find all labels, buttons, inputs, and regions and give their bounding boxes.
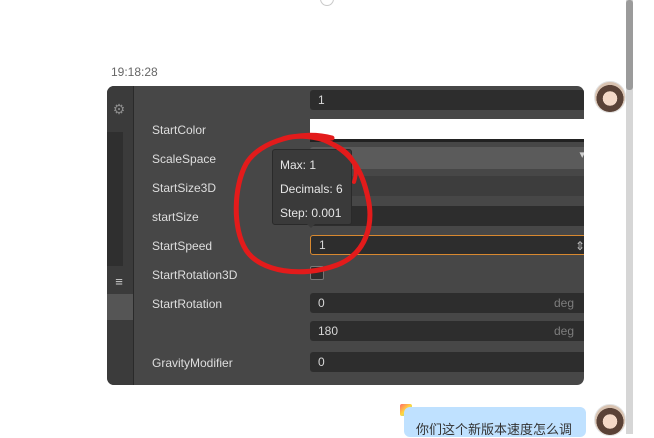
label-start-color: StartColor [152,123,207,137]
gravity-modifier-field[interactable]: 0 [310,352,584,372]
start-speed-input[interactable]: 1 ⇕ [310,235,584,255]
label-scale-space: ScaleSpace [152,152,217,166]
top-value-field[interactable]: 1 [310,90,584,110]
start-rotation-y-field[interactable]: 180 deg [310,321,584,341]
deg-unit: deg [553,296,574,310]
start-color-swatch[interactable] [310,119,584,142]
top-avatar-edge [320,0,334,6]
tooltip-arrow [306,223,316,228]
avatar[interactable] [594,81,626,113]
label-start-rotation3d: StartRotation3D [152,268,238,282]
start-rotation-x-value: 0 [318,296,325,310]
panel-divider [107,294,133,320]
value-tooltip: Max: 1 Decimals: 6 Step: 0.001 [272,149,352,225]
scrollbar-thumb[interactable] [626,0,633,90]
avatar[interactable] [594,404,626,436]
start-speed-value: 1 [319,238,326,252]
label-start-rotation: StartRotation [152,297,223,311]
top-value: 1 [318,93,325,107]
tooltip-step: Step: 0.001 [280,206,342,220]
deg-unit: deg [553,324,574,338]
editor-left-strip: ⚙ ≡ [107,86,134,385]
gravity-modifier-value: 0 [318,355,325,369]
label-start-size3d: StartSize3D [152,181,217,195]
page-scrollbar[interactable] [626,0,633,434]
gear-icon[interactable]: ⚙ [110,101,128,119]
inspector-screenshot: ⚙ ≡ 1 StartColor ScaleSpace StartSize3D … [107,86,584,385]
label-start-size: startSize [152,210,199,224]
scene-preview [107,132,123,266]
chat-timestamp: 19:18:28 [111,65,158,79]
label-start-speed: StartSpeed [152,239,213,253]
chat-message-bubble[interactable]: 你们这个新版本速度怎么调 [404,407,586,437]
tooltip-max: Max: 1 [280,158,317,172]
start-rotation3d-checkbox[interactable] [310,266,324,280]
stepper-icon[interactable]: ⇕ [575,237,584,255]
menu-icon[interactable]: ≡ [109,274,129,292]
start-rotation-y-value: 180 [318,324,339,338]
tooltip-decimals: Decimals: 6 [280,182,343,196]
start-rotation-x-field[interactable]: 0 deg [310,293,584,313]
label-gravity-modifier: GravityModifier [152,356,233,370]
chevron-down-icon: ▾ [579,149,584,161]
